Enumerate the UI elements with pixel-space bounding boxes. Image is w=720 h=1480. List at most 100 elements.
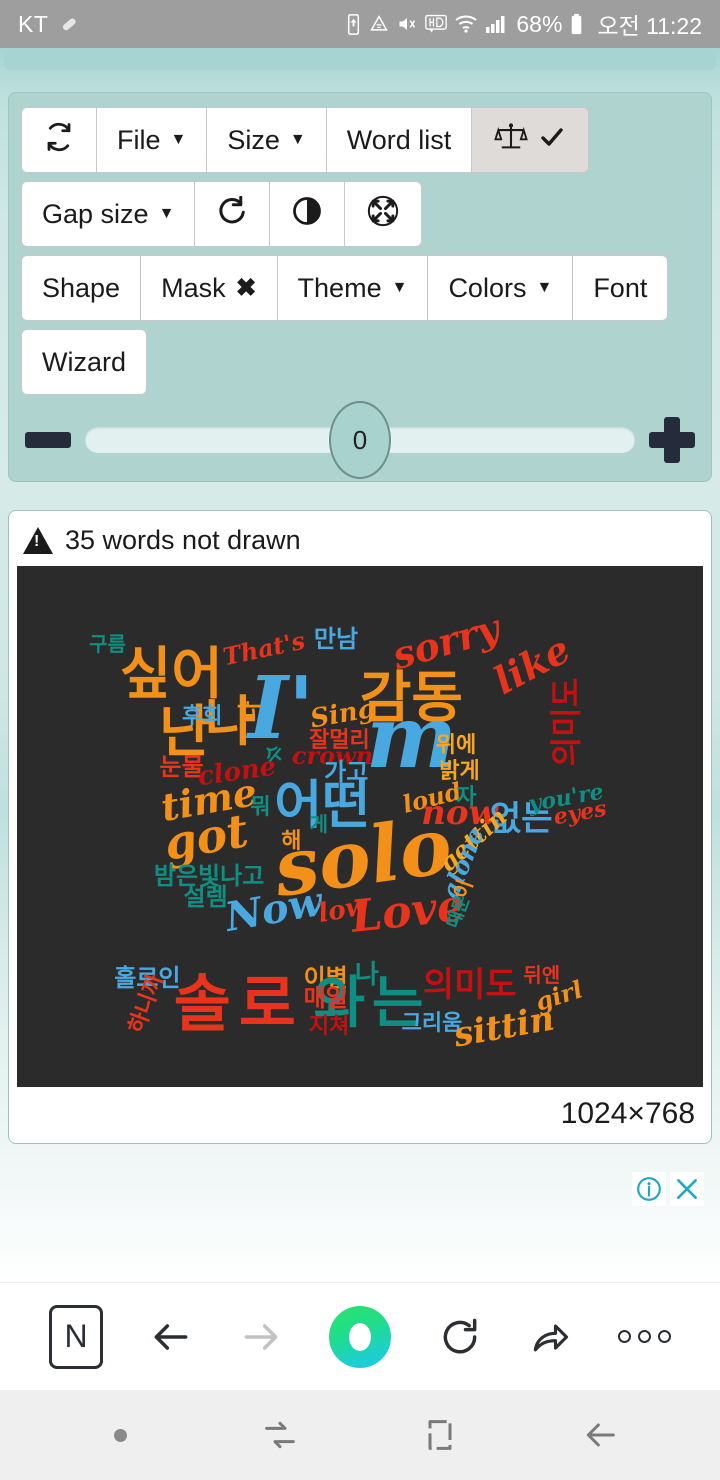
theme-label: Theme bbox=[297, 272, 382, 303]
contrast-button[interactable] bbox=[270, 181, 346, 247]
ad-info-icon[interactable] bbox=[632, 1172, 666, 1206]
battery-percent-label: 68% bbox=[516, 10, 563, 37]
chevron-down-icon: ▼ bbox=[391, 279, 408, 296]
slider-track[interactable]: 0 bbox=[85, 401, 635, 479]
back-icon[interactable] bbox=[520, 1415, 680, 1455]
cloud-word: 뭐 bbox=[250, 795, 271, 821]
toolbar-row-3: Shape Mask ✖ Theme ▼ Colors ▼ Font bbox=[21, 255, 699, 321]
ad-close-icon[interactable] bbox=[670, 1172, 704, 1206]
cloud-word: got bbox=[159, 803, 252, 871]
wizard-button[interactable]: Wizard bbox=[21, 329, 148, 395]
status-right: 68% 오전 11:22 bbox=[345, 7, 702, 41]
more-icon[interactable] bbox=[617, 1330, 671, 1343]
shape-label: Shape bbox=[42, 272, 121, 303]
cloud-word: 위에 bbox=[435, 732, 477, 758]
gap-size-label: Gap size bbox=[42, 198, 149, 229]
gap-slider-row: 0 bbox=[21, 401, 699, 479]
chevron-down-icon: ▼ bbox=[289, 131, 306, 148]
file-menu-button[interactable]: File ▼ bbox=[97, 107, 208, 173]
warning-icon bbox=[23, 527, 53, 554]
colors-label: Colors bbox=[448, 272, 527, 303]
screen: KT 68% 오전 11:22 File ▼ Size ▼ Word list … bbox=[0, 0, 720, 1480]
share-icon[interactable] bbox=[528, 1315, 572, 1359]
cloud-word: 의미도 bbox=[422, 965, 517, 1006]
hd-icon bbox=[425, 14, 448, 34]
cloud-word: 로 bbox=[238, 966, 296, 1040]
home-icon[interactable] bbox=[360, 1415, 520, 1455]
balance-scales-icon bbox=[494, 122, 529, 159]
cloud-word: 솔 bbox=[173, 966, 231, 1040]
balance-toggle-button[interactable] bbox=[472, 107, 590, 173]
pill-icon bbox=[58, 13, 80, 35]
slider-knob[interactable]: 0 bbox=[329, 401, 391, 479]
browser-toolbar: N bbox=[0, 1282, 720, 1390]
word-list-label: Word list bbox=[346, 124, 452, 155]
more-dot bbox=[657, 1330, 671, 1343]
wizard-label: Wizard bbox=[42, 346, 127, 377]
mask-button[interactable]: Mask ✖ bbox=[141, 255, 278, 321]
image-dimensions-label: 1024×768 bbox=[560, 1097, 695, 1130]
contrast-icon bbox=[292, 196, 322, 233]
reload-icon[interactable] bbox=[438, 1315, 482, 1359]
size-menu-label: Size bbox=[227, 124, 280, 155]
wordcloud-card: 35 words not drawn 구름싶어That's만남sorrylike… bbox=[8, 510, 712, 1144]
gap-size-menu-button[interactable]: Gap size ▼ bbox=[21, 181, 196, 247]
notification-dot bbox=[40, 1428, 200, 1442]
warning-banner: 35 words not drawn bbox=[17, 519, 703, 566]
battery-saver-icon bbox=[345, 13, 362, 36]
cloud-word: eyes bbox=[551, 796, 608, 831]
cloud-word: 의미도 bbox=[546, 678, 585, 767]
back-arrow-icon[interactable] bbox=[149, 1315, 193, 1359]
check-icon bbox=[538, 125, 566, 156]
plus-icon[interactable] bbox=[649, 417, 695, 463]
cloud-word: 다 bbox=[236, 700, 265, 723]
ad-controls bbox=[0, 1144, 720, 1206]
refresh-button[interactable] bbox=[21, 107, 97, 173]
toolbar-row-4: Wizard bbox=[21, 329, 699, 395]
home-circle-icon[interactable] bbox=[329, 1305, 392, 1368]
forward-arrow-icon[interactable] bbox=[239, 1315, 283, 1359]
colors-menu-button[interactable]: Colors ▼ bbox=[428, 255, 574, 321]
recents-icon[interactable] bbox=[200, 1415, 360, 1455]
data-saver-icon bbox=[369, 14, 389, 34]
controls-panel: File ▼ Size ▼ Word list Gap size ▼ Shape… bbox=[8, 92, 712, 482]
wordcloud-canvas[interactable]: 구름 싶어 That's 만남 sorry like I' 감동 난 나 후회 다 Sing m 잘멀리 cr… bbox=[17, 566, 703, 1087]
wifi-icon bbox=[454, 14, 478, 34]
cloud-word: 지쳐 bbox=[308, 1014, 350, 1040]
rotate-icon bbox=[217, 195, 247, 233]
chevron-down-icon: ▼ bbox=[158, 205, 175, 222]
scatter-icon bbox=[367, 195, 399, 234]
android-nav-bar bbox=[0, 1390, 720, 1480]
carrier-label: KT bbox=[18, 10, 49, 37]
web-page: File ▼ Size ▼ Word list Gap size ▼ Shape… bbox=[0, 48, 720, 1282]
cloud-word: Now bbox=[221, 877, 327, 941]
page-top-strip bbox=[4, 48, 716, 70]
scatter-button[interactable] bbox=[345, 181, 423, 247]
cloud-word: sittin bbox=[450, 998, 558, 1056]
chevron-down-icon: ▼ bbox=[536, 279, 553, 296]
warning-text: 35 words not drawn bbox=[65, 525, 301, 555]
minus-icon[interactable] bbox=[25, 432, 71, 448]
refresh-icon bbox=[44, 122, 74, 159]
word-list-button[interactable]: Word list bbox=[326, 107, 473, 173]
status-left: KT bbox=[18, 11, 80, 38]
cloud-word: 후회 bbox=[181, 704, 223, 730]
android-status-bar: KT 68% 오전 11:22 bbox=[0, 0, 720, 48]
naver-logo[interactable]: N bbox=[49, 1304, 104, 1369]
slider-value-label: 0 bbox=[352, 424, 368, 455]
font-button[interactable]: Font bbox=[573, 255, 669, 321]
more-dot bbox=[617, 1330, 631, 1343]
mute-icon bbox=[396, 14, 418, 34]
shape-button[interactable]: Shape bbox=[21, 255, 142, 321]
theme-menu-button[interactable]: Theme ▼ bbox=[277, 255, 429, 321]
mask-label: Mask bbox=[161, 272, 226, 303]
cloud-word: 만남 bbox=[313, 624, 359, 653]
close-icon: ✖ bbox=[235, 274, 257, 302]
size-menu-button[interactable]: Size ▼ bbox=[207, 107, 327, 173]
chevron-down-icon: ▼ bbox=[170, 131, 187, 148]
rotate-button[interactable] bbox=[195, 181, 271, 247]
toolbar-row-2: Gap size ▼ bbox=[21, 181, 699, 247]
file-menu-label: File bbox=[117, 124, 161, 155]
font-label: Font bbox=[593, 272, 648, 303]
battery-icon bbox=[569, 13, 584, 36]
